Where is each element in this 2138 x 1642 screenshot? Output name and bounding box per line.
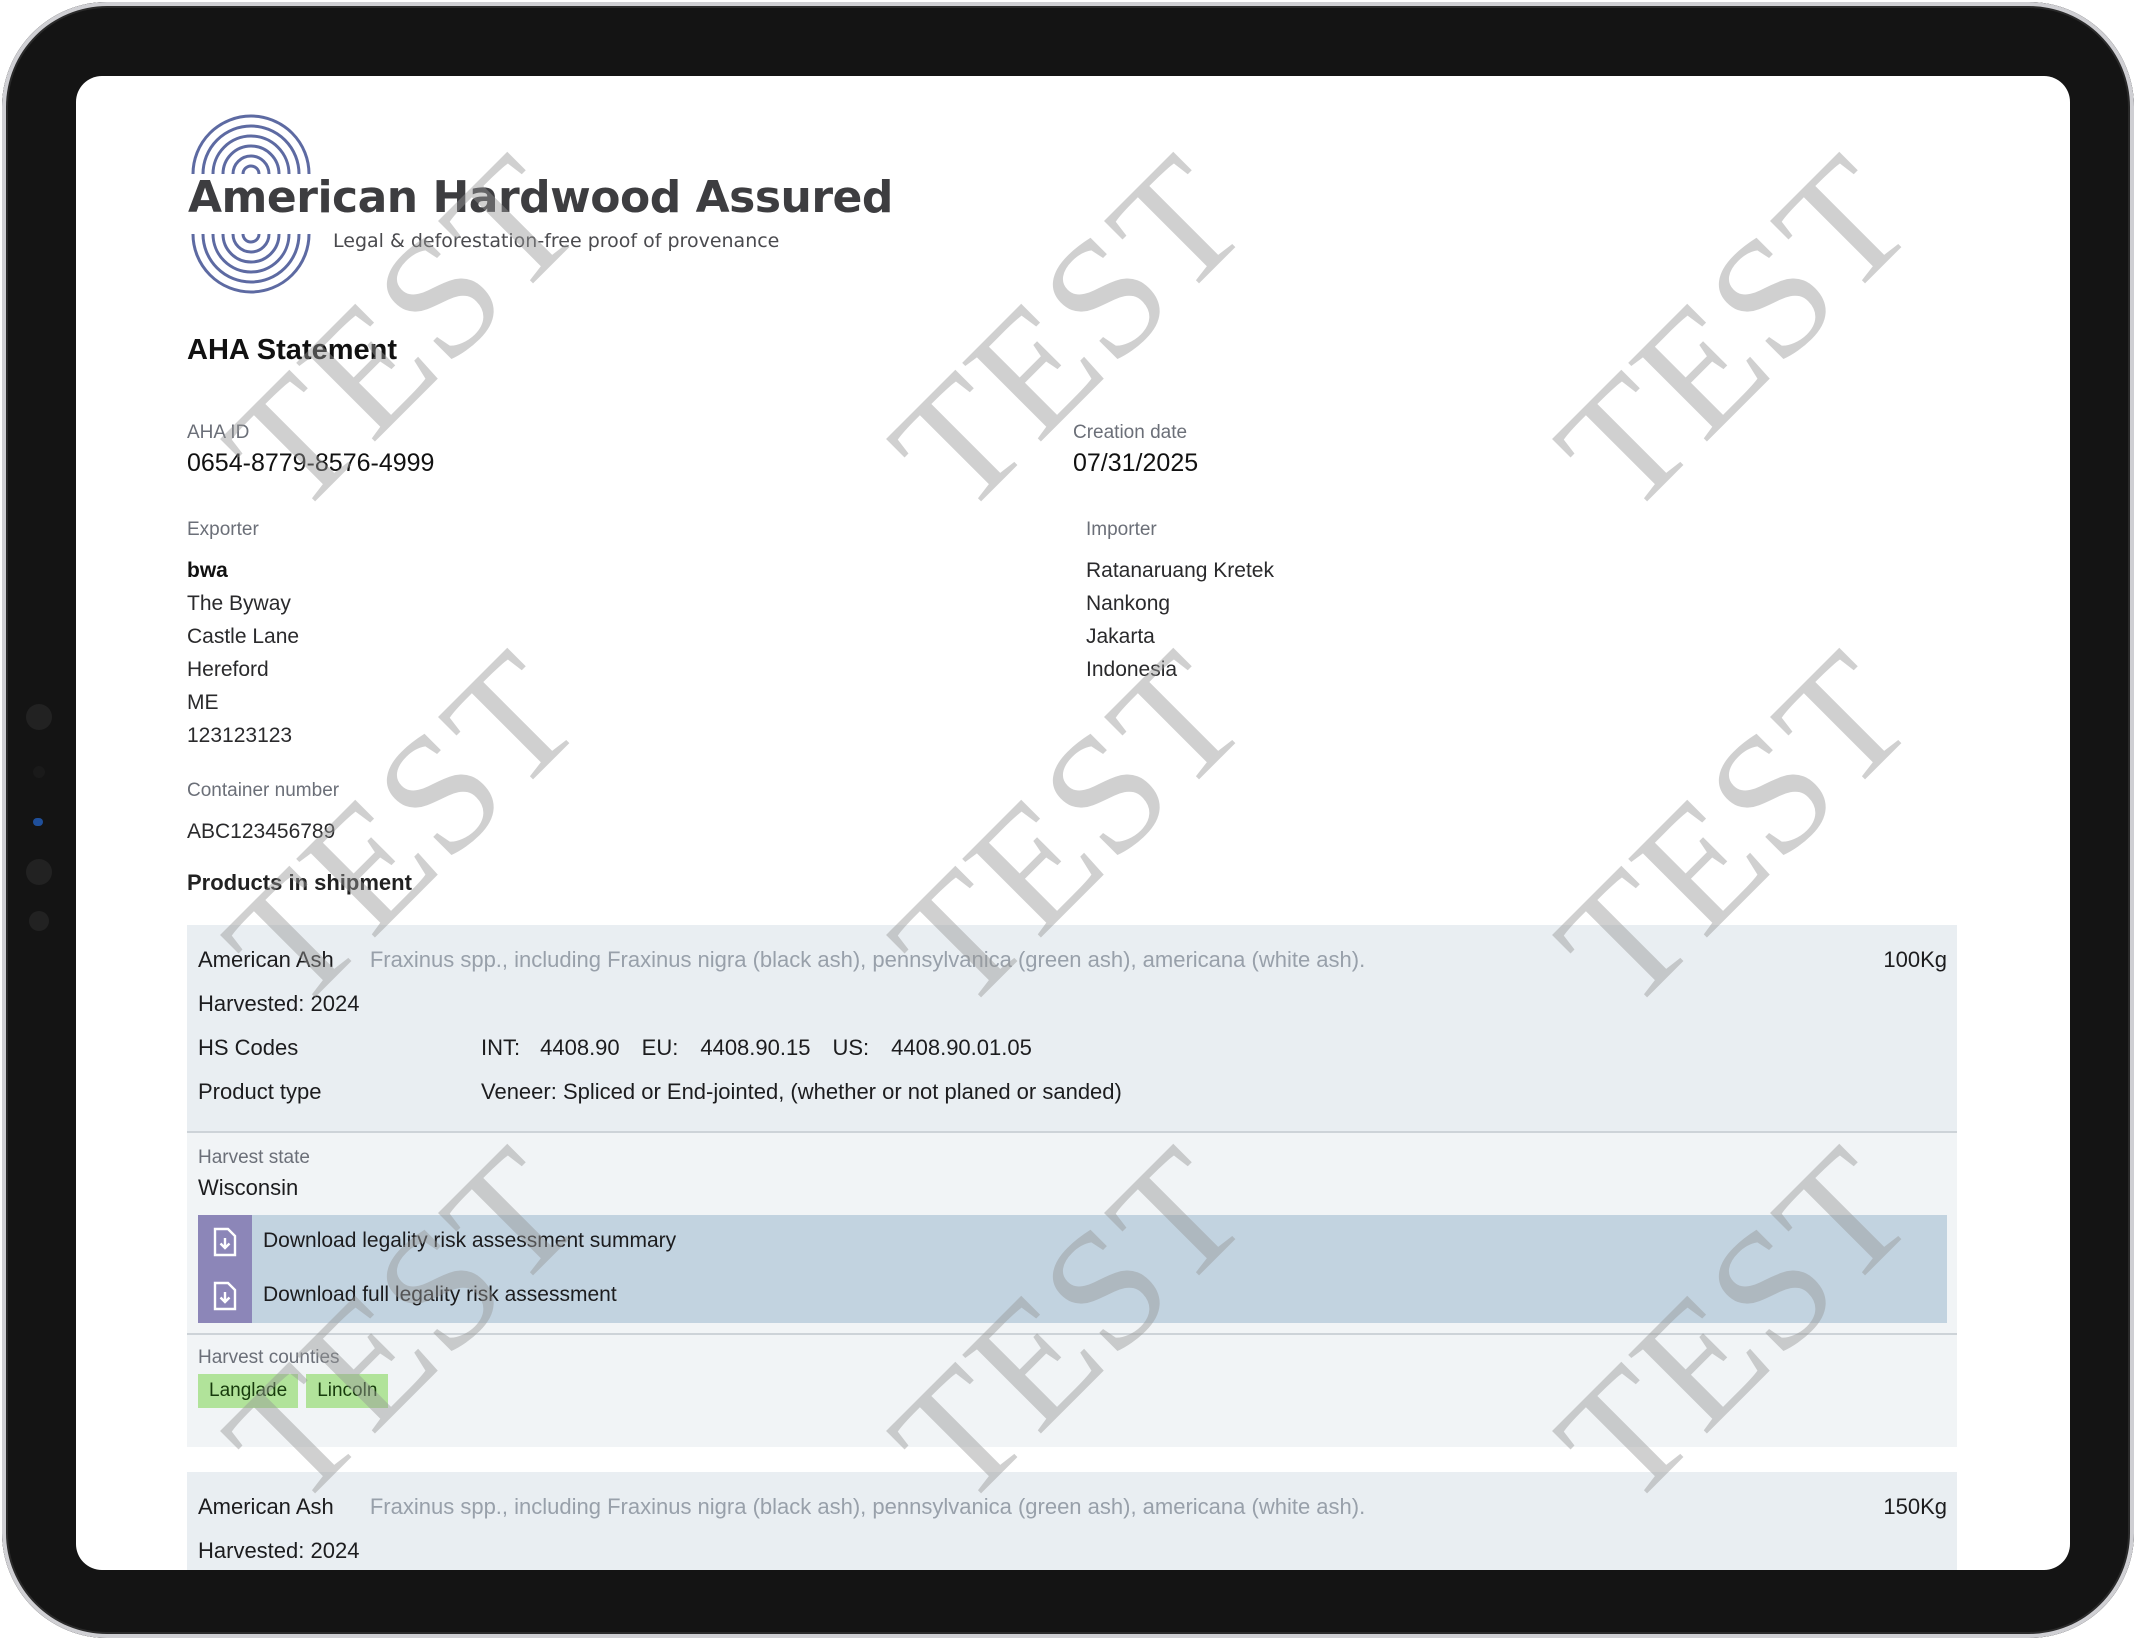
harvest-counties-label: Harvest counties bbox=[198, 1347, 340, 1368]
download-summary-link[interactable]: Download legality risk assessment summar… bbox=[198, 1215, 1947, 1269]
divider bbox=[187, 1333, 1957, 1335]
exporter-label: Exporter bbox=[187, 519, 259, 540]
hs-codes-label: HS Codes bbox=[198, 1035, 299, 1060]
exporter-address: bwa The Byway Castle Lane Hereford ME 12… bbox=[187, 554, 299, 752]
downloads-panel: Download legality risk assessment summar… bbox=[198, 1215, 1947, 1323]
product-description: Fraxinus spp., including Fraxinus nigra … bbox=[369, 1494, 1366, 1519]
product-harvested: Harvested: 2024 bbox=[198, 991, 360, 1016]
county-tags: Langlade Lincoln bbox=[198, 1374, 396, 1408]
importer-address: Ratanaruang Kretek Nankong Jakarta Indon… bbox=[1086, 554, 1274, 686]
products-heading: Products in shipment bbox=[187, 870, 412, 895]
exporter-name: bwa bbox=[187, 559, 228, 582]
product-weight: 150Kg bbox=[1883, 1494, 1947, 1519]
aha-id-label: AHA ID bbox=[187, 422, 250, 443]
product-weight: 100Kg bbox=[1883, 947, 1947, 972]
product-name: American Ash bbox=[198, 1494, 334, 1519]
county-tag: Langlade bbox=[198, 1374, 299, 1408]
product-type-label: Product type bbox=[198, 1079, 322, 1104]
harvest-state-label: Harvest state bbox=[198, 1147, 310, 1168]
container-number-value: ABC123456789 bbox=[187, 820, 336, 843]
product-title-row: American Ash Fraxinus spp., including Fr… bbox=[198, 1494, 1365, 1520]
hs-int-label: INT: bbox=[481, 1035, 521, 1060]
side-button bbox=[26, 704, 52, 730]
hs-int-value: 4408.90 bbox=[540, 1035, 620, 1060]
download-full-label: Download full legality risk assessment bbox=[263, 1283, 617, 1306]
harvest-state-value: Wisconsin bbox=[198, 1175, 299, 1200]
product-card: American Ash Fraxinus spp., including Fr… bbox=[187, 1472, 1957, 1570]
page-title: AHA Statement bbox=[187, 334, 398, 366]
importer-address-line: Indonesia bbox=[1086, 658, 1178, 681]
hs-us-value: 4408.90.01.05 bbox=[891, 1035, 1032, 1060]
exporter-address-line: Castle Lane bbox=[187, 625, 300, 648]
side-button bbox=[26, 859, 52, 885]
product-name: American Ash bbox=[198, 947, 334, 972]
brand-tagline: Legal & deforestation-free proof of prov… bbox=[333, 230, 780, 252]
indicator-light bbox=[33, 818, 43, 826]
sensor bbox=[33, 766, 45, 778]
statement-document: American Hardwood Assured Legal & defore… bbox=[187, 76, 1957, 1570]
product-type-row: Product type Veneer: Spliced or End-joint… bbox=[198, 1079, 1122, 1105]
side-button bbox=[29, 911, 49, 931]
hs-eu-label: EU: bbox=[641, 1035, 679, 1060]
creation-date-value: 07/31/2025 bbox=[1073, 449, 1199, 477]
hs-us-label: US: bbox=[832, 1035, 870, 1060]
product-type-value: Veneer: Spliced or End-jointed, (whether… bbox=[481, 1079, 1122, 1104]
exporter-address-line: 123123123 bbox=[187, 724, 293, 747]
download-full-link[interactable]: Download full legality risk assessment bbox=[198, 1269, 1947, 1323]
exporter-address-line: ME bbox=[187, 691, 219, 714]
exporter-address-line: The Byway bbox=[187, 592, 291, 615]
importer-label: Importer bbox=[1086, 519, 1157, 540]
brand-name: American Hardwood Assured bbox=[188, 172, 893, 223]
exporter-address-line: Hereford bbox=[187, 658, 269, 681]
harvest-details: Harvest state Wisconsin Download legalit… bbox=[187, 1131, 1957, 1447]
screen: American Hardwood Assured Legal & defore… bbox=[76, 76, 2070, 1570]
download-summary-label: Download legality risk assessment summar… bbox=[263, 1229, 677, 1252]
container-number-label: Container number bbox=[187, 780, 340, 801]
product-description: Fraxinus spp., including Fraxinus nigra … bbox=[369, 947, 1366, 972]
product-card: American Ash Fraxinus spp., including Fr… bbox=[187, 925, 1957, 1447]
download-document-icon bbox=[198, 1269, 252, 1323]
hs-codes-row: HS Codes INT: 4408.90 EU: 4408.90.15 US: 4408.… bbox=[198, 1035, 1032, 1061]
county-tag: Lincoln bbox=[306, 1374, 389, 1408]
download-document-icon bbox=[198, 1215, 252, 1269]
importer-address-line: Jakarta bbox=[1086, 625, 1155, 648]
product-title-row: American Ash Fraxinus spp., including Fr… bbox=[198, 947, 1365, 973]
importer-address-line: Nankong bbox=[1086, 592, 1171, 615]
tablet-frame: American Hardwood Assured Legal & defore… bbox=[2, 2, 2134, 1638]
importer-name: Ratanaruang Kretek bbox=[1086, 559, 1274, 582]
product-harvested: Harvested: 2024 bbox=[198, 1538, 360, 1563]
creation-date-label: Creation date bbox=[1073, 422, 1188, 443]
hs-eu-value: 4408.90.15 bbox=[700, 1035, 811, 1060]
aha-id-value: 0654-8779-8576-4999 bbox=[187, 449, 435, 477]
